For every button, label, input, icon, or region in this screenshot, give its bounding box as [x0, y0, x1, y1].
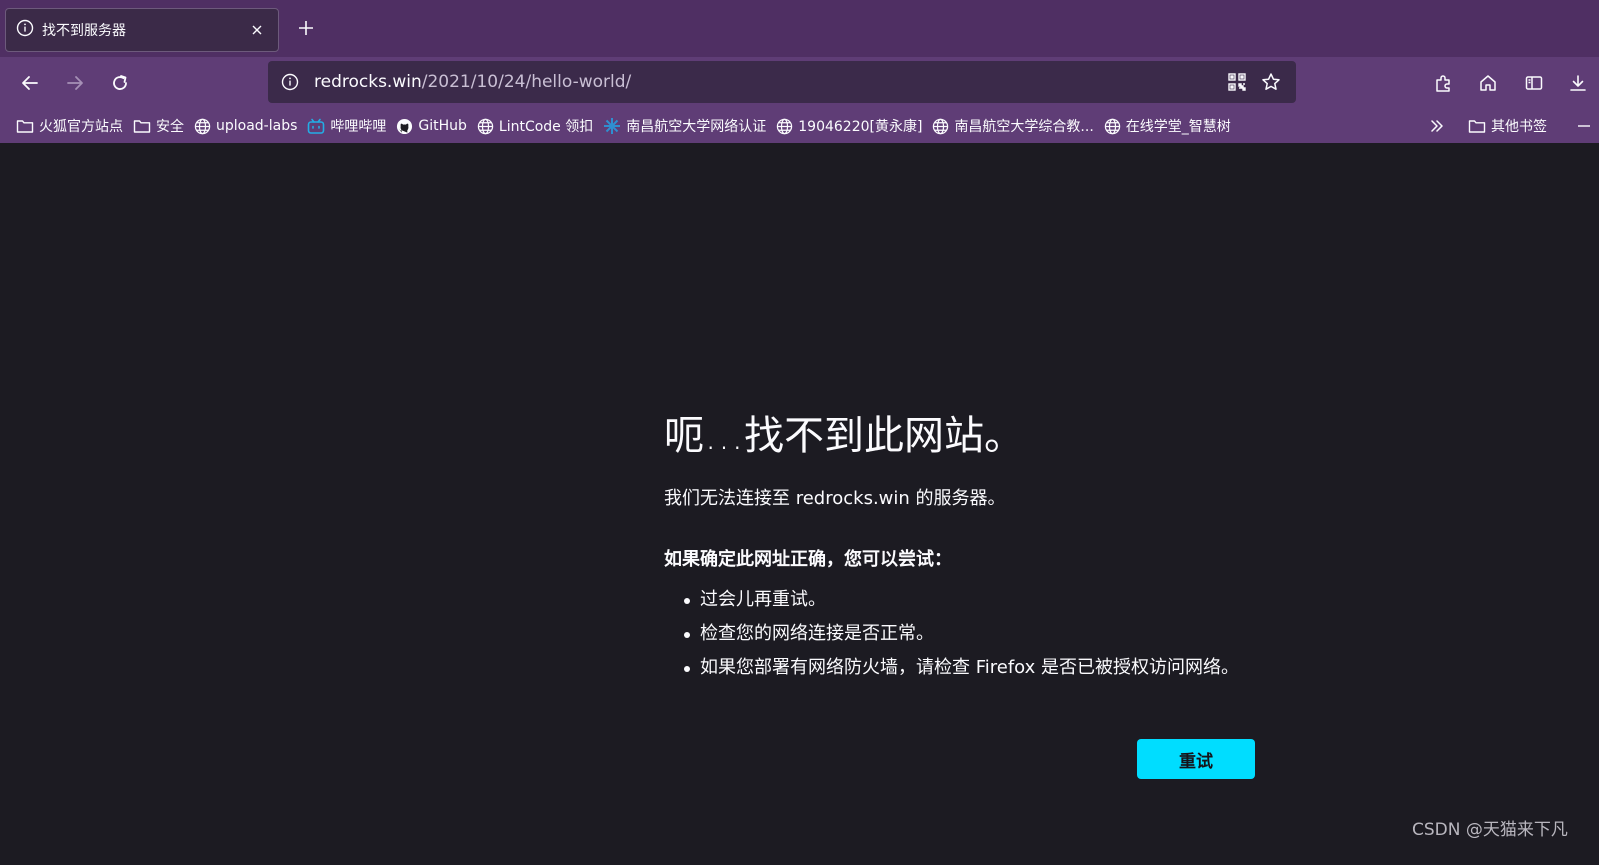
bookmark-label: 其他书签 [1491, 119, 1547, 135]
tab-active[interactable]: 找不到服务器 [5, 8, 279, 52]
bookmark-folder-security[interactable]: 安全 [128, 113, 189, 139]
folder-icon [1468, 120, 1486, 133]
network-icon [604, 118, 621, 134]
bookmark-zhihuishu[interactable]: 在线学堂_智慧树 [1099, 113, 1236, 139]
globe-icon [477, 118, 494, 134]
bookmark-student-id[interactable]: 19046220[黄永康] [771, 113, 927, 139]
folder-icon [16, 120, 34, 133]
bookmark-label: 火狐官方站点 [39, 119, 123, 135]
bookmark-label: 南昌航空大学综合教... [954, 119, 1094, 135]
close-icon[interactable] [248, 21, 266, 39]
tab-strip: 找不到服务器 [0, 0, 1599, 57]
bookmark-label: 南昌航空大学网络认证 [626, 119, 767, 135]
tab-title: 找不到服务器 [42, 23, 126, 39]
bookmark-label: GitHub [418, 118, 467, 134]
url-path: /2021/10/24/hello-world/ [421, 72, 632, 92]
folder-icon [133, 120, 151, 133]
bookmark-label: 19046220[黄永康] [798, 119, 923, 135]
sidebar-icon[interactable] [1518, 67, 1550, 99]
arrow-left-icon[interactable] [14, 67, 46, 99]
info-icon [16, 19, 34, 41]
globe-icon [194, 118, 211, 134]
nav-bar: redrocks.win/2021/10/24/hello-world/ [0, 57, 1599, 109]
retry-button[interactable]: 重试 [1137, 739, 1255, 779]
error-subheading: 如果确定此网址正确，您可以尝试： [664, 549, 952, 570]
error-title: 呃…找不到此网站。 [664, 413, 1024, 459]
bookmarks-bar: 火狐官方站点 安全 upload-labs 哔哩哔哩 GitHub LintCo… [0, 109, 1599, 143]
bookmark-label: 安全 [156, 119, 184, 135]
bookmark-upload-labs[interactable]: upload-labs [189, 113, 302, 139]
bookmark-label: upload-labs [216, 118, 298, 134]
bookmark-folder-other[interactable]: 其他书签 [1468, 113, 1547, 139]
bookmark-label: LintCode 领扣 [498, 119, 594, 135]
bookmark-nchu-network[interactable]: 南昌航空大学网络认证 [598, 113, 771, 139]
bookmark-bilibili[interactable]: 哔哩哔哩 [302, 113, 391, 139]
minus-icon[interactable] [1574, 113, 1594, 139]
github-icon [397, 118, 413, 134]
qr-code-icon[interactable] [1222, 67, 1252, 97]
watermark: CSDN @天猫来下凡 [1412, 820, 1568, 840]
error-page: 呃…找不到此网站。 我们无法连接至 redrocks.win 的服务器。 如果确… [0, 143, 1599, 865]
suggestion-item: 如果您部署有网络防火墙，请检查 Firefox 是否已被授权访问网络。 [684, 651, 1239, 685]
suggestion-item: 过会儿再重试。 [684, 583, 1239, 617]
home-icon[interactable] [1472, 67, 1504, 99]
error-description: 我们无法连接至 redrocks.win 的服务器。 [664, 488, 1006, 509]
suggestion-list: 过会儿再重试。 检查您的网络连接是否正常。 如果您部署有网络防火墙，请检查 Fi… [684, 583, 1239, 685]
globe-icon [933, 118, 949, 134]
download-icon[interactable] [1562, 67, 1594, 99]
arrow-right-icon[interactable] [59, 67, 91, 99]
suggestion-item: 检查您的网络连接是否正常。 [684, 617, 1239, 651]
bilibili-icon [308, 118, 325, 134]
plus-icon[interactable] [292, 14, 320, 42]
chevrons-right-icon[interactable] [1424, 113, 1450, 139]
site-info-icon[interactable] [278, 70, 302, 94]
bookmark-github[interactable]: GitHub [391, 113, 472, 139]
bookmark-nchu-edu[interactable]: 南昌航空大学综合教... [927, 113, 1098, 139]
globe-icon [1104, 118, 1120, 134]
extensions-icon[interactable] [1428, 67, 1460, 99]
bookmark-folder-firefox[interactable]: 火狐官方站点 [11, 113, 128, 139]
url-host: redrocks.win [314, 72, 422, 92]
globe-icon [777, 118, 793, 134]
bookmark-lintcode[interactable]: LintCode 领扣 [472, 113, 598, 139]
reload-icon[interactable] [104, 67, 136, 99]
url-text[interactable]: redrocks.win/2021/10/24/hello-world/ [314, 72, 1218, 92]
bookmark-label: 在线学堂_智慧树 [1125, 119, 1231, 135]
star-icon[interactable] [1256, 67, 1286, 97]
url-bar[interactable]: redrocks.win/2021/10/24/hello-world/ [268, 61, 1296, 103]
bookmark-label: 哔哩哔哩 [330, 119, 387, 135]
